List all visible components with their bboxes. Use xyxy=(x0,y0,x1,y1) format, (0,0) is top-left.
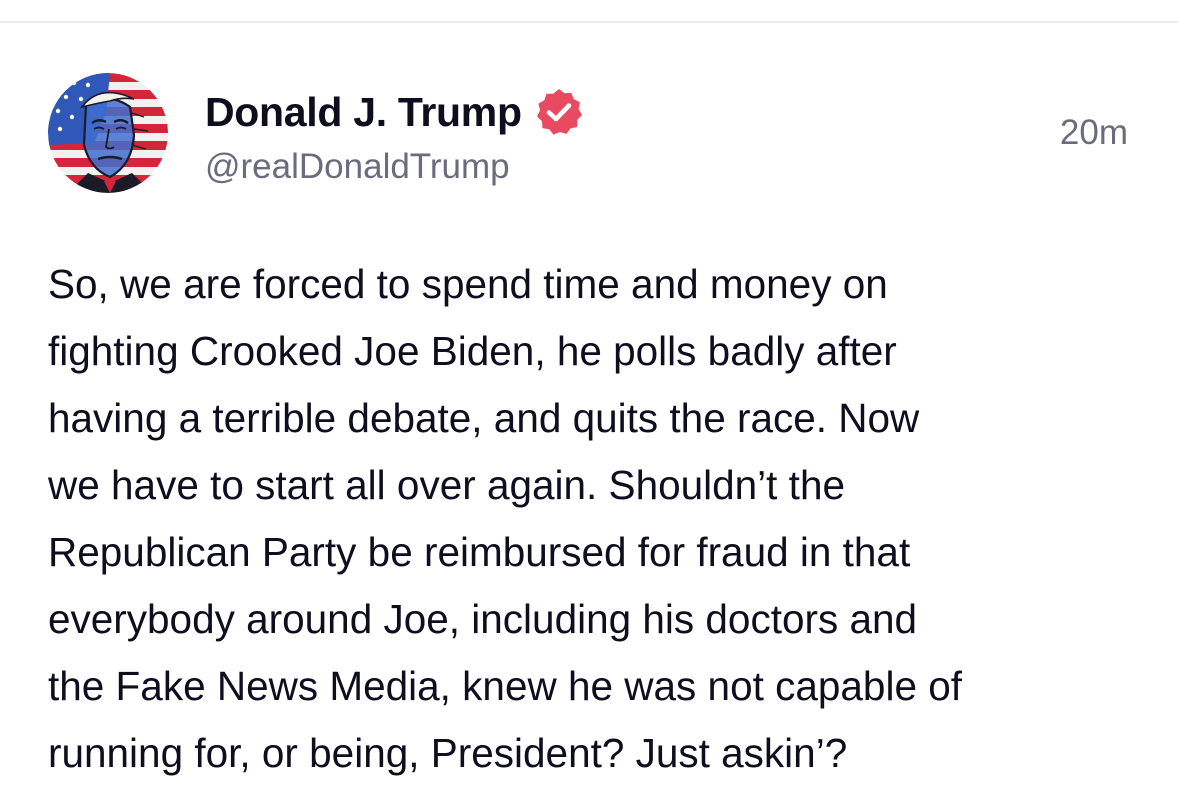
page: Donald J. Trump @realDonaldTrump 20m So,… xyxy=(0,0,1178,808)
avatar[interactable] xyxy=(48,73,168,193)
avatar-image xyxy=(48,73,168,193)
post-body-line: fighting Crooked Joe Biden, he polls bad… xyxy=(48,328,897,374)
author-name-row: Donald J. Trump xyxy=(205,85,584,139)
post-body-line: running for, or being, President? Just a… xyxy=(48,730,848,776)
author-display-name[interactable]: Donald J. Trump xyxy=(205,89,522,136)
post-body-line: having a terrible debate, and quits the … xyxy=(48,395,920,441)
post-body-line: everybody around Joe, including his doct… xyxy=(48,596,918,642)
post-body-line: So, we are forced to spend time and mone… xyxy=(48,261,888,307)
post-timestamp[interactable]: 20m xyxy=(1060,113,1128,153)
post-card[interactable]: Donald J. Trump @realDonaldTrump 20m So,… xyxy=(0,23,1178,808)
post-body: So, we are forced to spend time and mone… xyxy=(48,251,1148,787)
post-body-line: we have to start all over again. Shouldn… xyxy=(48,462,845,508)
post-body-line: the Fake News Media, knew he was not cap… xyxy=(48,663,962,709)
verified-badge-icon xyxy=(534,87,584,137)
post-body-line: Republican Party be reimbursed for fraud… xyxy=(48,529,911,575)
author-handle[interactable]: @realDonaldTrump xyxy=(205,147,510,187)
